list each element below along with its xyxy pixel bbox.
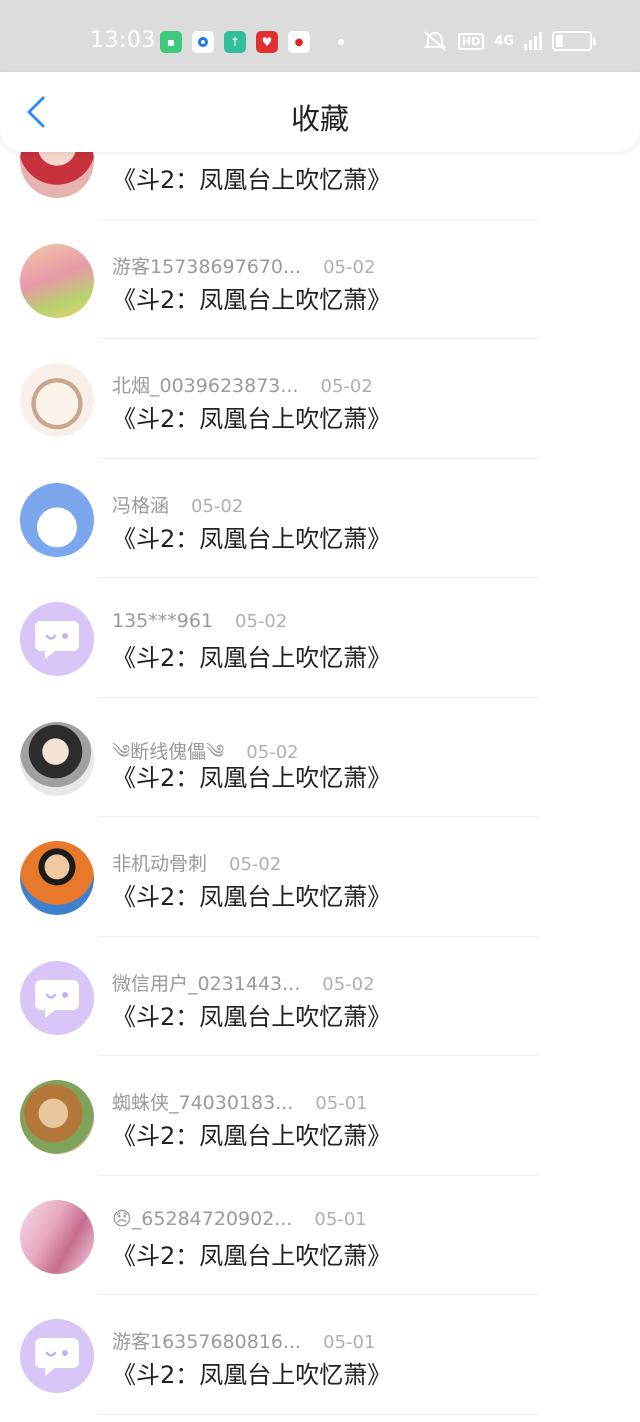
list-item[interactable]: ༄断线傀儡༄ 05-02 《斗2：凤凰台上吹忆萧》: [0, 698, 640, 817]
default-avatar-icon: [35, 979, 79, 1018]
list-item[interactable]: 冯格涵 05-02 《斗2：凤凰台上吹忆萧》: [0, 459, 640, 578]
avatar[interactable]: [20, 152, 94, 198]
avatar[interactable]: [20, 1199, 94, 1274]
default-avatar-icon: [35, 621, 79, 659]
date: 05-01: [323, 1332, 376, 1353]
divider: [98, 1413, 540, 1415]
more-notifications-icon: [338, 39, 344, 45]
list-item[interactable]: 《斗2：凤凰台上吹忆萧》: [0, 152, 640, 220]
header: 收藏: [0, 72, 640, 152]
username: 北烟_0039623873...: [112, 375, 299, 397]
page-title: 收藏: [290, 102, 349, 136]
battery-icon: [552, 31, 596, 51]
username: 135***961: [112, 610, 214, 632]
mute-icon: [423, 31, 447, 51]
username: 游客15738697670...: [112, 255, 302, 278]
status-time: 13:03: [90, 28, 156, 53]
avatar[interactable]: [20, 721, 94, 796]
list-item[interactable]: 非机动骨刺 05-02 《斗2：凤凰台上吹忆萧》: [0, 817, 640, 937]
date: 05-02: [323, 256, 376, 278]
notification-icons: ▪ ↑ ♥ ●: [160, 31, 344, 53]
username: 冯格涵: [112, 494, 170, 517]
hd-icon: HD: [457, 32, 485, 50]
item-title[interactable]: 《斗2：凤凰台上吹忆萧》: [112, 280, 391, 315]
status-indicators: HD 4G: [422, 30, 596, 52]
app-notification-icon: [192, 31, 214, 53]
list-item[interactable]: 游客16357680816... 05-01 《斗2：凤凰台上吹忆萧》: [0, 1295, 640, 1415]
list-item[interactable]: 蜘蛛侠_74030183... 05-01 《斗2：凤凰台上吹忆萧》: [0, 1056, 640, 1176]
app-notification-icon: ●: [288, 31, 310, 53]
app-notification-icon: ♥: [256, 31, 278, 53]
date: 05-01: [315, 1093, 368, 1114]
date: 05-02: [229, 854, 282, 875]
avatar[interactable]: [20, 243, 94, 318]
item-title[interactable]: 《斗2：凤凰台上吹忆萧》: [112, 638, 391, 673]
default-avatar-icon: [35, 1338, 79, 1376]
list-item[interactable]: 135***961 05-02 《斗2：凤凰台上吹忆萧》: [0, 578, 640, 698]
list-item[interactable]: 微信用户_0231443... 05-02 《斗2：凤凰台上吹忆萧》: [0, 937, 640, 1056]
avatar[interactable]: [20, 1319, 94, 1393]
item-title[interactable]: 《斗2：凤凰台上吹忆萧》: [112, 997, 391, 1032]
date: 05-02: [320, 376, 373, 397]
avatar[interactable]: [20, 1080, 94, 1154]
list-item[interactable]: 😞_65284720902... 05-01 《斗2：凤凰台上吹忆萧》: [0, 1176, 640, 1295]
date: 05-01: [314, 1208, 367, 1230]
avatar[interactable]: [20, 482, 94, 557]
date: 05-02: [322, 973, 375, 995]
username: 微信用户_0231443...: [112, 972, 301, 995]
item-title[interactable]: 《斗2：凤凰台上吹忆萧》: [112, 758, 391, 793]
avatar[interactable]: [20, 960, 94, 1035]
list-item[interactable]: 北烟_0039623873... 05-02 《斗2：凤凰台上吹忆萧》: [0, 339, 640, 459]
username: 非机动骨刺: [112, 853, 208, 875]
signal-icon: [524, 32, 542, 50]
date: 05-02: [235, 611, 288, 632]
app-notification-icon: ▪: [160, 31, 182, 53]
list-item[interactable]: 游客15738697670... 05-02 《斗2：凤凰台上吹忆萧》: [0, 220, 640, 339]
avatar[interactable]: [20, 602, 94, 676]
username: 蜘蛛侠_74030183...: [112, 1092, 294, 1114]
avatar[interactable]: [20, 363, 94, 437]
username: 游客16357680816...: [112, 1331, 302, 1353]
item-title[interactable]: 《斗2：凤凰台上吹忆萧》: [112, 877, 391, 912]
item-title[interactable]: 《斗2：凤凰台上吹忆萧》: [112, 1236, 391, 1271]
favorites-list[interactable]: 《斗2：凤凰台上吹忆萧》 游客15738697670... 05-02 《斗2：凤…: [0, 152, 640, 1422]
username: 😞_65284720902...: [112, 1207, 293, 1230]
item-title[interactable]: 《斗2：凤凰台上吹忆萧》: [112, 519, 391, 554]
item-title[interactable]: 《斗2：凤凰台上吹忆萧》: [112, 1355, 391, 1390]
item-title[interactable]: 《斗2：凤凰台上吹忆萧》: [112, 399, 391, 434]
date: 05-02: [191, 495, 244, 517]
avatar[interactable]: [20, 841, 94, 915]
item-title[interactable]: 《斗2：凤凰台上吹忆萧》: [112, 160, 391, 195]
network-type: 4G: [494, 33, 514, 49]
status-bar: 13:03 ▪ ↑ ♥ ● HD 4G: [0, 0, 640, 72]
item-title[interactable]: 《斗2：凤凰台上吹忆萧》: [112, 1116, 391, 1151]
app-notification-icon: ↑: [224, 31, 246, 53]
